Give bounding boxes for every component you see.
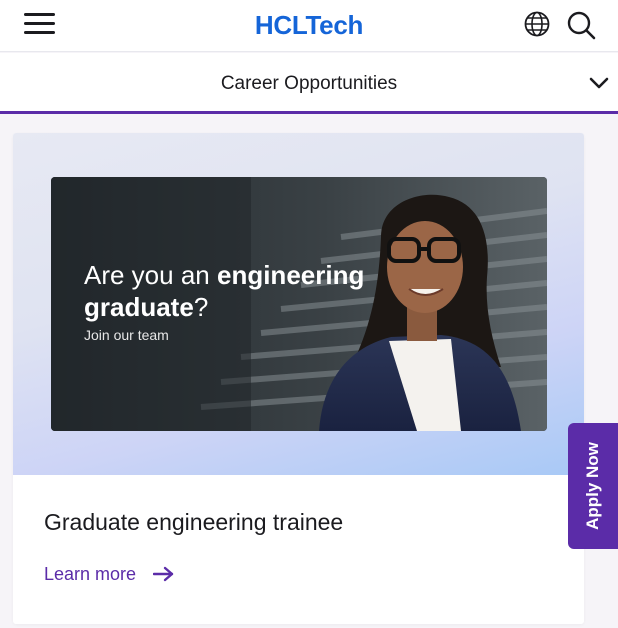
- career-opportunities-dropdown[interactable]: Career Opportunities: [0, 53, 618, 114]
- section-title: Career Opportunities: [220, 73, 398, 94]
- job-title: Graduate engineering trainee: [44, 509, 344, 535]
- card-hero: Are you an engineering graduate? Join our…: [13, 133, 584, 475]
- apply-now-label: Apply Now: [583, 442, 602, 530]
- learn-more-link[interactable]: Learn more: [44, 564, 136, 585]
- search-icon[interactable]: [566, 10, 596, 40]
- job-card: Are you an engineering graduate? Join our…: [13, 133, 584, 624]
- banner-subtext: Join our team: [84, 327, 169, 343]
- banner-headline: Are you an engineering graduate?: [84, 260, 365, 322]
- globe-icon[interactable]: [524, 11, 550, 37]
- arrow-right-icon[interactable]: [153, 566, 175, 582]
- graduate-banner-image: Are you an engineering graduate? Join our…: [51, 177, 547, 431]
- top-header: HCLTech: [0, 0, 618, 52]
- apply-now-button[interactable]: Apply Now: [568, 423, 618, 549]
- chevron-down-icon[interactable]: [588, 75, 610, 91]
